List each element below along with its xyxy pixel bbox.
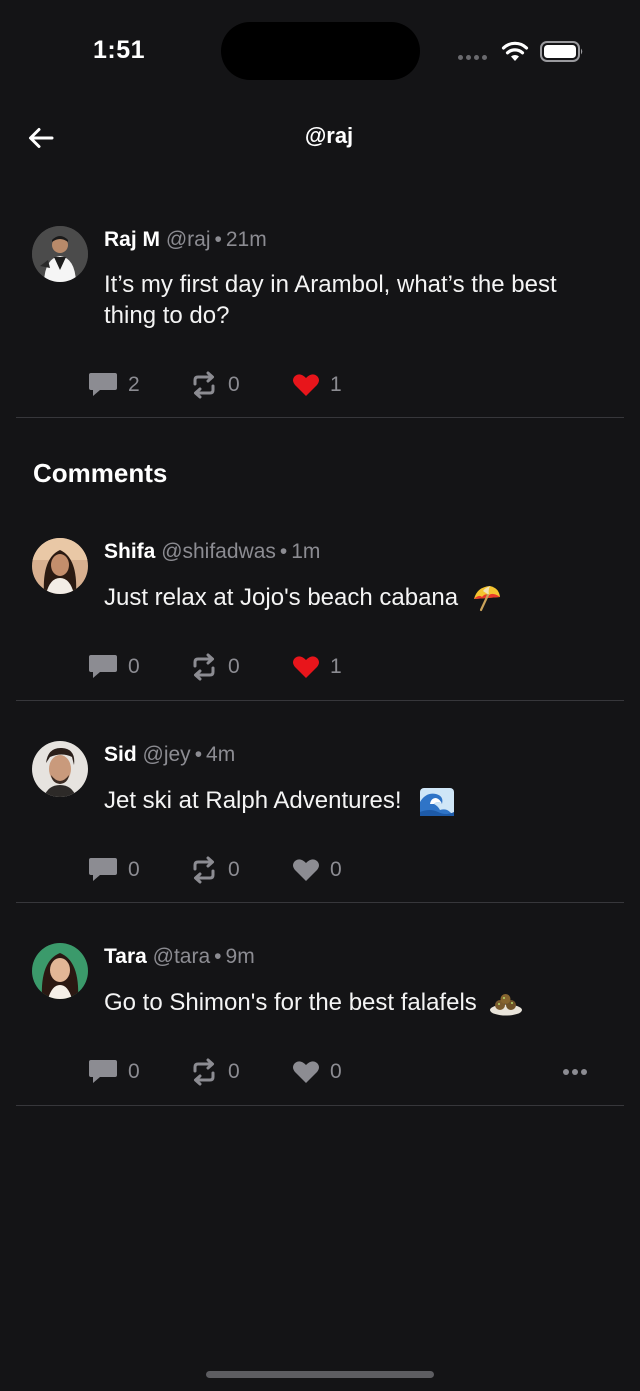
post-header: Raj M @raj • 21m xyxy=(104,228,608,252)
reply-button[interactable]: 0 xyxy=(88,654,190,680)
more-options-icon[interactable] xyxy=(562,1065,588,1079)
heart-filled-icon xyxy=(293,656,319,678)
author-handle[interactable]: @tara xyxy=(153,945,211,968)
author-name[interactable]: Shifa xyxy=(104,540,155,563)
reply-count: 0 xyxy=(128,655,140,678)
reply-button[interactable]: 0 xyxy=(88,1059,190,1085)
heart-filled-icon xyxy=(293,374,319,396)
comments-heading: Comments xyxy=(33,458,168,488)
meta-separator: • xyxy=(279,540,288,563)
comment-time: 4m xyxy=(206,743,236,766)
post-time: 21m xyxy=(225,228,267,251)
heart-icon xyxy=(293,859,319,881)
reply-button[interactable]: 2 xyxy=(88,372,190,398)
post-text: It’s my first day in Arambol, what’s the… xyxy=(104,271,557,329)
author-handle[interactable]: @shifadwas xyxy=(161,540,276,563)
wave-emoji xyxy=(420,787,455,816)
dynamic-island xyxy=(221,22,420,80)
status-time: 1:51 xyxy=(93,36,146,64)
like-button[interactable]: 0 xyxy=(292,858,394,882)
comment-text-row: Go to Shimon's for the best falafels xyxy=(104,987,608,1018)
like-count: 0 xyxy=(330,1060,342,1083)
comment-header: Shifa @shifadwas • 1m xyxy=(104,540,608,564)
comment-text-row: Jet ski at Ralph Adventures! xyxy=(104,785,608,816)
comment-time: 9m xyxy=(225,945,255,968)
comment-icon xyxy=(89,373,117,396)
repost-icon xyxy=(193,1058,215,1086)
comment-actions: 0 0 0 xyxy=(88,1057,608,1087)
divider xyxy=(16,417,624,418)
comment-item: Tara @tara • 9m Go to Shimon's for the bes… xyxy=(16,903,624,1106)
post-actions: 2 0 1 xyxy=(88,370,608,400)
reply-button[interactable]: 0 xyxy=(88,857,190,883)
like-count: 1 xyxy=(330,373,342,396)
comment-header: Sid @jey • 4m xyxy=(104,743,608,767)
wifi-icon xyxy=(501,41,529,61)
repost-button[interactable]: 0 xyxy=(190,856,292,884)
like-button[interactable]: 1 xyxy=(292,655,394,679)
comment-time: 1m xyxy=(291,540,321,563)
comment-text: Just relax at Jojo's beach cabana xyxy=(104,584,459,611)
home-indicator[interactable] xyxy=(206,1371,434,1378)
divider xyxy=(16,1105,624,1106)
comment-item: Sid @jey • 4m Jet ski at Ralph Adventures!… xyxy=(16,701,624,903)
author-handle[interactable]: @jey xyxy=(143,743,191,766)
comment-icon xyxy=(89,655,117,678)
comment-icon xyxy=(89,858,117,881)
repost-icon xyxy=(193,371,215,399)
repost-count: 0 xyxy=(228,1060,240,1083)
avatar-raj[interactable] xyxy=(32,226,88,282)
author-name[interactable]: Sid xyxy=(104,743,137,766)
reply-count: 2 xyxy=(128,373,140,396)
comment-icon xyxy=(89,1060,117,1083)
repost-button[interactable]: 0 xyxy=(190,371,292,399)
repost-count: 0 xyxy=(228,373,240,396)
like-button[interactable]: 1 xyxy=(292,373,394,397)
heart-icon xyxy=(293,1061,319,1083)
author-handle[interactable]: @raj xyxy=(166,228,211,251)
main-post: Raj M @raj • 21m It’s my first day in Aram… xyxy=(16,200,624,418)
battery-icon xyxy=(540,41,583,62)
umbrella-emoji xyxy=(473,585,500,611)
cellular-signal-icon xyxy=(458,55,487,60)
meta-separator: • xyxy=(214,228,222,251)
meta-separator: • xyxy=(194,743,203,766)
page-title: @raj xyxy=(304,123,354,148)
like-button[interactable]: 0 xyxy=(292,1060,394,1084)
repost-icon xyxy=(193,653,215,681)
like-count: 0 xyxy=(330,858,342,881)
avatar-tara[interactable] xyxy=(32,943,88,999)
like-count: 1 xyxy=(330,655,342,678)
comment-actions: 0 0 1 xyxy=(88,652,608,682)
reply-count: 0 xyxy=(128,858,140,881)
reply-count: 0 xyxy=(128,1060,140,1083)
falafel-emoji xyxy=(490,993,523,1016)
comment-text-row: Just relax at Jojo's beach cabana xyxy=(104,582,608,613)
comment-actions: 0 0 0 xyxy=(88,855,608,885)
repost-button[interactable]: 0 xyxy=(190,1058,292,1086)
comment-text: Jet ski at Ralph Adventures! xyxy=(104,787,402,814)
repost-button[interactable]: 0 xyxy=(190,653,292,681)
author-name[interactable]: Raj M xyxy=(104,228,160,251)
repost-count: 0 xyxy=(228,858,240,881)
comment-text: Go to Shimon's for the best falafels xyxy=(104,989,477,1016)
author-name[interactable]: Tara xyxy=(104,945,147,968)
repost-count: 0 xyxy=(228,655,240,678)
status-bar: 1:51 xyxy=(0,0,640,100)
comment-header: Tara @tara • 9m xyxy=(104,945,608,969)
comment-item: Shifa @shifadwas • 1m Just relax at Jojo's… xyxy=(16,520,624,701)
avatar-shifa[interactable] xyxy=(32,538,88,594)
repost-icon xyxy=(193,856,215,884)
meta-separator: • xyxy=(214,945,222,968)
avatar-sid[interactable] xyxy=(32,741,88,797)
